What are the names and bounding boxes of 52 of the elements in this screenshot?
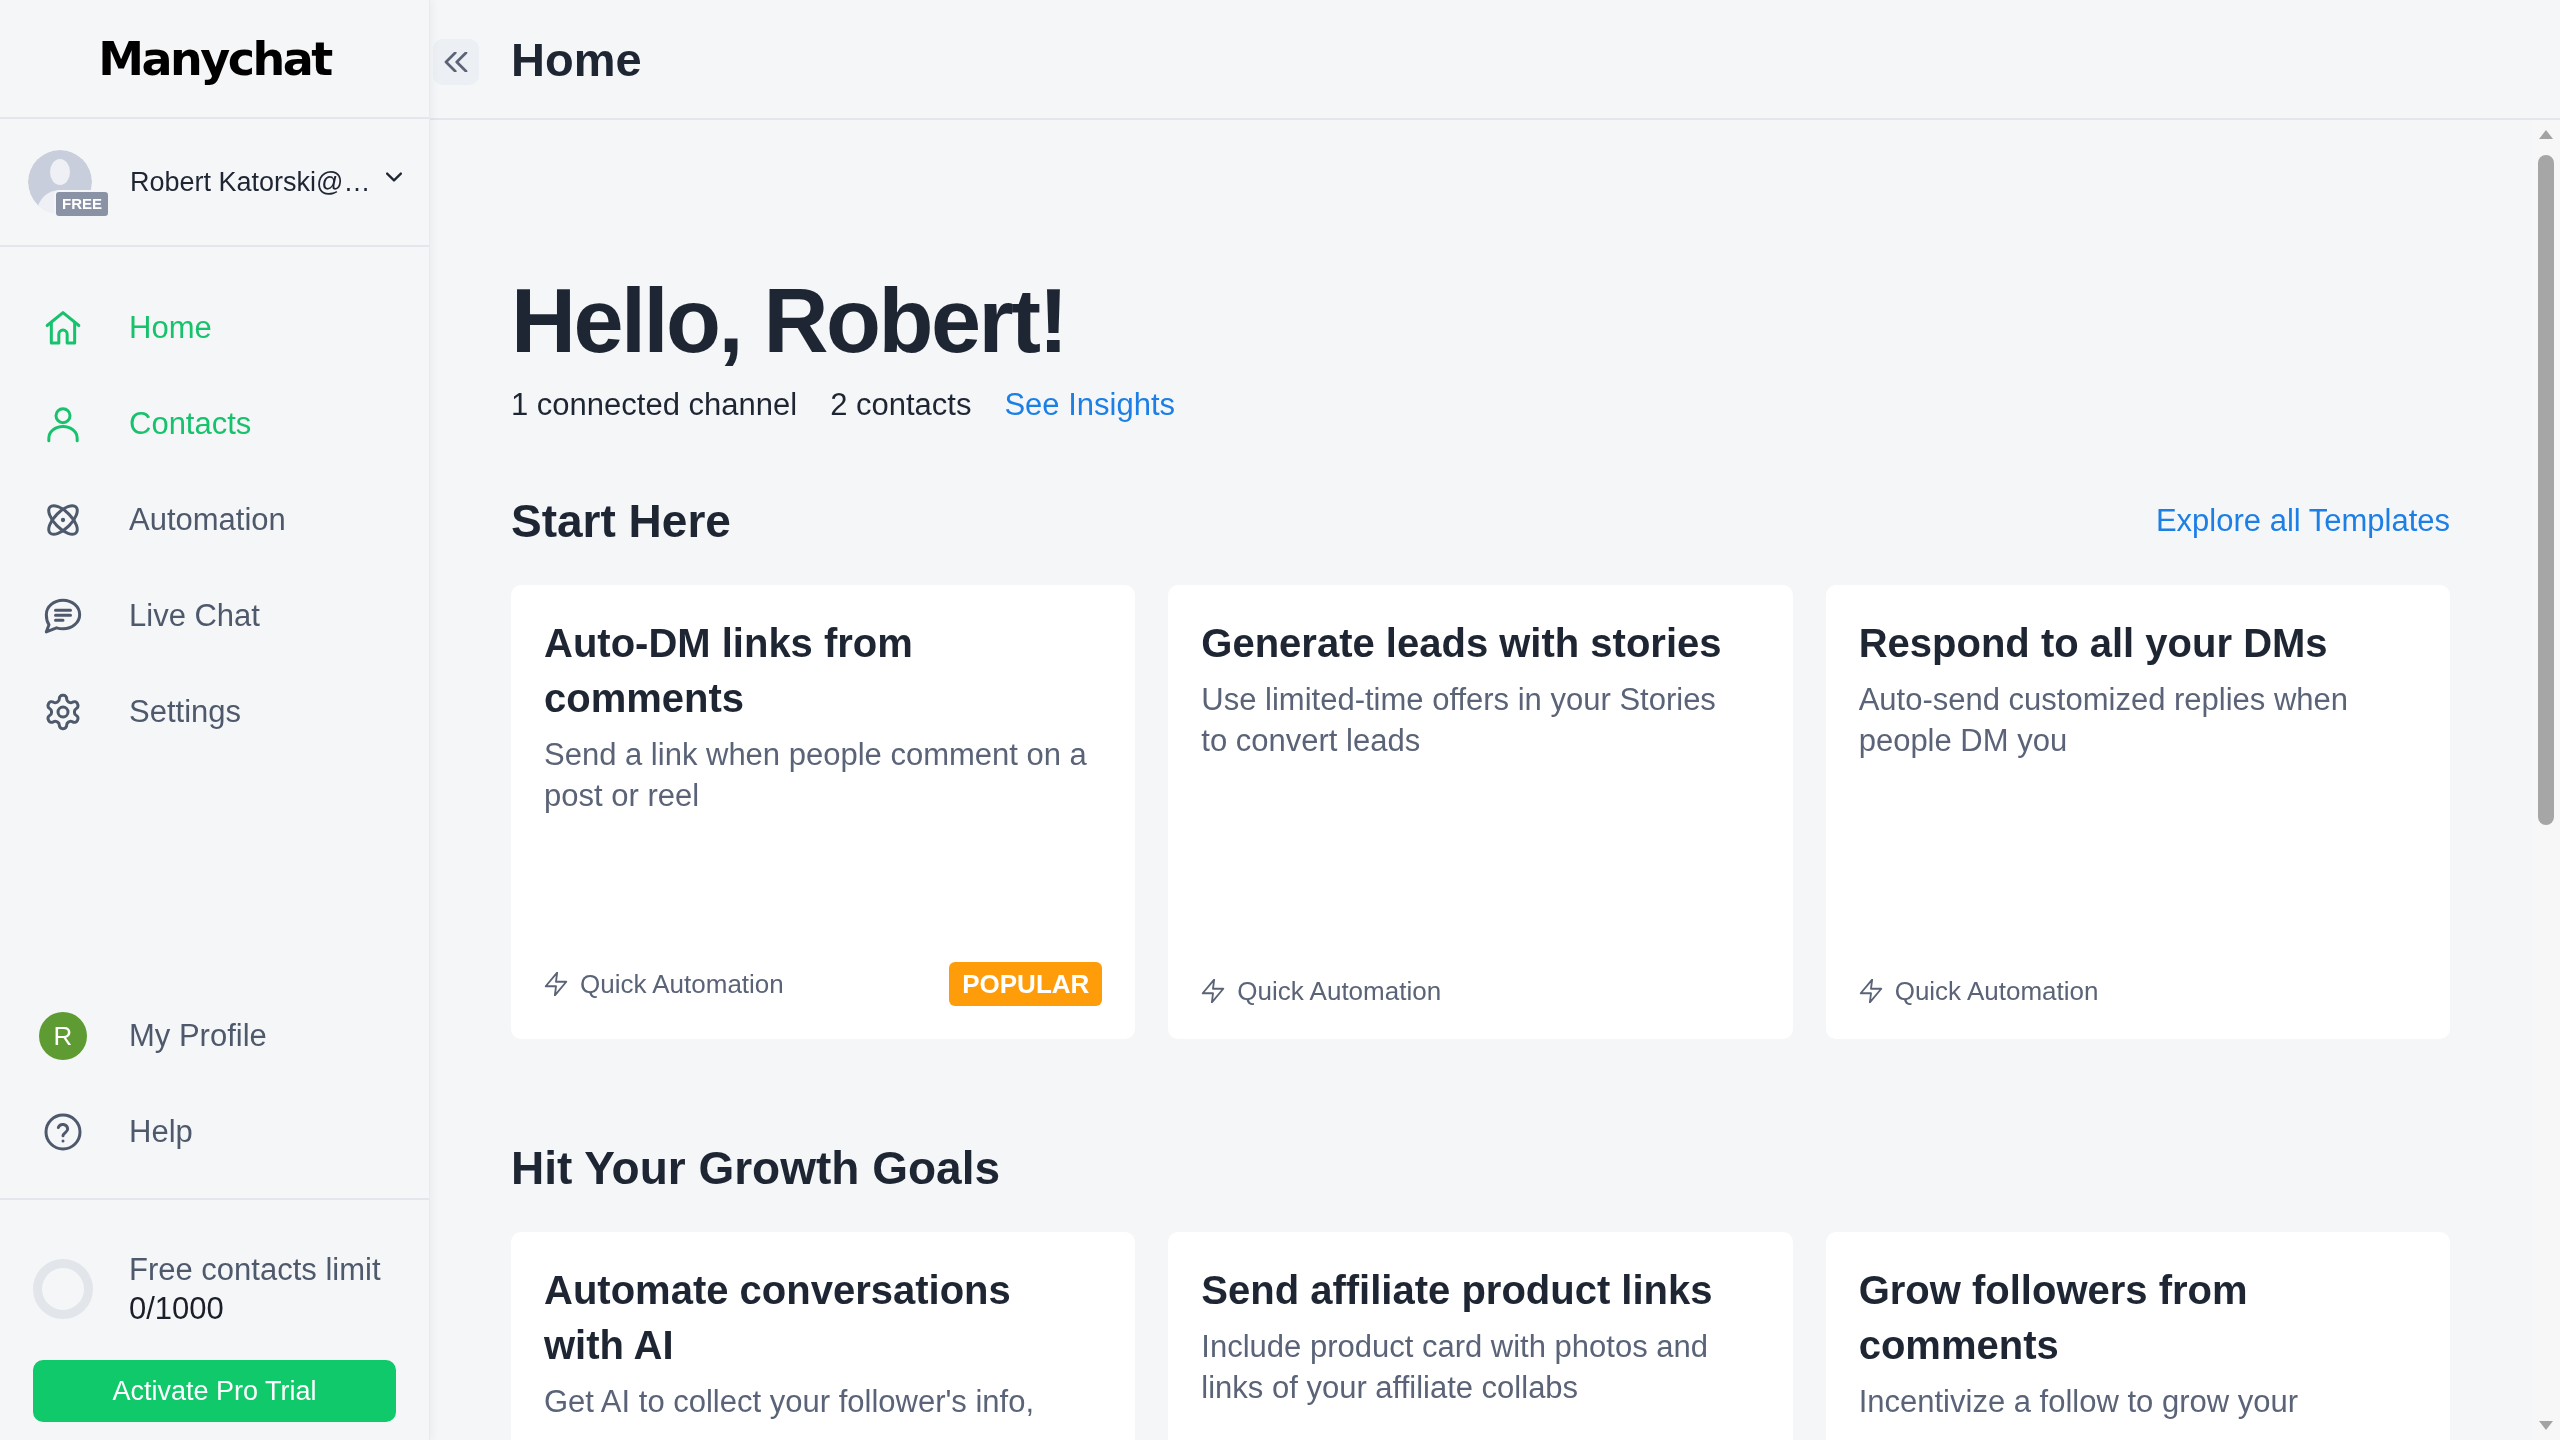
template-card[interactable]: Respond to all your DMs Auto-send customized replies when people DM you Quick Automation (1825, 585, 2450, 1039)
nav-item[interactable]: Help (0, 1084, 429, 1180)
help-icon (43, 1112, 83, 1152)
template-card[interactable]: Auto-DM links from comments Send a link when people comment on a post or reel Quick Automation POPULAR (511, 585, 1136, 1039)
card-description: Get AI to collect your follower's info, (544, 1383, 1036, 1421)
nav-item[interactable]: Automation (0, 472, 429, 568)
nav-item[interactable]: R My Profile (0, 988, 429, 1084)
limit-count: 0/1000 (129, 1290, 225, 1328)
card-description: Incentivize a follow to grow your (1858, 1383, 2300, 1421)
lightning-icon (1858, 979, 1883, 1003)
card-title: Auto-DM links from comments (544, 620, 914, 722)
lightning-icon (544, 972, 568, 996)
template-card[interactable]: Send affiliate product links Include product card with photos and links of your affiliate collabs (1168, 1232, 1793, 1440)
chat-bubble-icon (43, 596, 83, 636)
greeting-heading: Hello, Robert! (511, 270, 1066, 373)
account-name[interactable]: Robert Katorski@… (130, 166, 371, 198)
automation-type-label: Quick Automation (1894, 976, 2099, 1006)
scrollbar-thumb[interactable] (2538, 155, 2554, 825)
template-card[interactable]: Grow followers from comments Incentivize a follow to grow your (1825, 1232, 2450, 1440)
card-description: Use limited-time offers in your Stories to convert leads (1201, 681, 1717, 760)
automation-type-label: Quick Automation (1237, 976, 1442, 1006)
templates-link[interactable]: Explore all Templates (2155, 503, 2450, 539)
popular-badge: POPULAR (949, 962, 1103, 1006)
stat-text: 2 contacts (830, 387, 972, 423)
card-description: Send a link when people comment on a post or reel (544, 736, 1088, 815)
section-heading: Hit Your Growth Goals (511, 1141, 1000, 1195)
template-card[interactable]: Automate conversations with AI Get AI to collect your follower's info, (511, 1232, 1136, 1440)
card-description: Include product card with photos and links of your affiliate collabs (1201, 1328, 1709, 1407)
double-chevron-left-icon (444, 52, 468, 72)
card-title: Automate conversations with AI (544, 1267, 1012, 1369)
stat-text: 1 connected channel (511, 387, 798, 423)
card-title: Generate leads with stories (1201, 620, 1723, 667)
card-description: Auto-send customized replies when people DM you (1858, 681, 2350, 760)
card-title: Send affiliate product links (1201, 1267, 1714, 1314)
card-title: Respond to all your DMs (1858, 620, 2329, 667)
chevron-down-icon[interactable] (386, 172, 403, 182)
automation-type-label: Quick Automation (580, 969, 784, 999)
plan-badge: FREE (54, 190, 110, 218)
profile-avatar: R (39, 1012, 87, 1060)
limit-label: Free contacts limit (129, 1251, 381, 1289)
home-icon (43, 308, 83, 348)
section-heading: Start Here (511, 494, 731, 548)
card-title: Grow followers from comments (1858, 1267, 2249, 1369)
insights-link[interactable]: See Insights (1004, 387, 1176, 423)
page-title: Home (511, 31, 642, 87)
template-card[interactable]: Generate leads with stories Use limited-time offers in your Stories to convert leads Quick Automation (1168, 585, 1793, 1039)
collapse-sidebar-button[interactable] (433, 39, 479, 85)
scroll-up-icon[interactable] (2539, 130, 2553, 139)
nav-item[interactable]: Live Chat (0, 568, 429, 664)
nav-item[interactable]: Settings (0, 664, 429, 760)
scroll-down-icon[interactable] (2539, 1421, 2553, 1430)
lightning-icon (1201, 979, 1226, 1003)
